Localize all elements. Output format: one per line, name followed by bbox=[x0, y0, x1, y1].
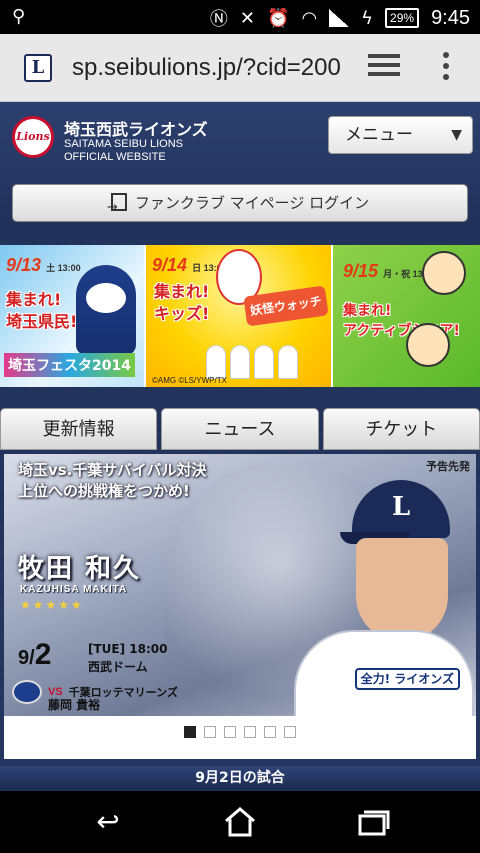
system-nav-bar: ↩ bbox=[0, 791, 480, 853]
banner-saitama-festa[interactable]: 9/13 土 13:00 集まれ! 埼玉県民! 埼玉フェスタ2014 bbox=[0, 245, 146, 387]
fanclub-login-button[interactable]: ファンクラブ マイページ ログイン bbox=[12, 184, 468, 226]
fan-face-icon bbox=[406, 323, 450, 367]
carousel-dots bbox=[184, 726, 296, 738]
player-name-en: KAZUHISA MAKITA bbox=[20, 584, 128, 595]
game-venue: 西武ドーム bbox=[88, 660, 148, 674]
tab-news[interactable]: ニュース bbox=[161, 408, 319, 450]
chevron-down-icon: ▼ bbox=[451, 127, 462, 143]
cap-logo: L bbox=[352, 480, 450, 538]
url-field[interactable]: sp.seibulions.jp/?cid=200 bbox=[72, 54, 340, 82]
player-photo: L 全力! ライオンズ bbox=[294, 480, 474, 716]
rating-stars: ★★★★★ bbox=[20, 598, 84, 612]
tab-tickets[interactable]: チケット bbox=[322, 408, 480, 450]
player-name: 牧田 和久 bbox=[18, 554, 142, 584]
home-icon[interactable] bbox=[220, 805, 260, 839]
player-face bbox=[356, 538, 448, 642]
mascot-image bbox=[76, 265, 136, 355]
banner-slogan: 集まれ! 埼玉県民! bbox=[6, 290, 78, 331]
recent-apps-icon[interactable] bbox=[352, 807, 392, 837]
nfc-icon: Ⓝ bbox=[209, 9, 228, 30]
opponent-pitcher: 藤岡 貴裕 bbox=[48, 698, 101, 712]
marines-logo bbox=[12, 680, 42, 704]
signal-icon bbox=[329, 9, 350, 27]
senior-face-icon bbox=[422, 251, 466, 295]
back-icon[interactable]: ↩ bbox=[88, 807, 128, 837]
login-label: ファンクラブ マイページ ログイン bbox=[134, 194, 370, 212]
content-tabs: 更新情報 ニュース チケット bbox=[0, 408, 480, 450]
browser-toolbar: L sp.seibulions.jp/?cid=200 bbox=[0, 34, 480, 102]
event-banners: 9/13 土 13:00 集まれ! 埼玉県民! 埼玉フェスタ2014 9/14 日… bbox=[0, 245, 480, 387]
overflow-menu-icon[interactable] bbox=[440, 52, 452, 84]
site-title-jp: 埼玉西武ライオンズ bbox=[64, 120, 208, 139]
banner-tag: 埼玉フェスタ2014 bbox=[4, 353, 135, 377]
game-date: 9/2 bbox=[18, 638, 52, 671]
featured-carousel: L 全力! ライオンズ 予告先発 埼玉vs.千葉サバイバル対決 上位への挑戦権を… bbox=[4, 454, 476, 759]
probable-starter-label: 予告先発 bbox=[426, 460, 470, 473]
carousel-dot[interactable] bbox=[284, 726, 296, 738]
menu-label: メニュー bbox=[345, 125, 413, 145]
site-favicon-icon: L bbox=[24, 54, 52, 82]
feature-slide[interactable]: L 全力! ライオンズ 予告先発 埼玉vs.千葉サバイバル対決 上位への挑戦権を… bbox=[4, 454, 476, 716]
wifi-icon: ◠ bbox=[301, 7, 318, 29]
battery-indicator: 29% bbox=[385, 8, 420, 28]
carousel-dot[interactable] bbox=[264, 726, 276, 738]
banner-senior[interactable]: 9/15 月・祝 13:00 集まれ! アクティブシニア! bbox=[333, 245, 480, 387]
tabs-icon[interactable] bbox=[368, 54, 400, 80]
status-bar: ⚲ Ⓝ ✕ ⏰ ◠ ϟ 29% 9:45 bbox=[0, 0, 480, 34]
game-section-header[interactable]: 9月2日の試合 bbox=[0, 766, 480, 790]
kids-image bbox=[206, 345, 298, 379]
tab-updates[interactable]: 更新情報 bbox=[0, 408, 158, 450]
lions-logo[interactable]: Lions bbox=[12, 116, 54, 158]
charging-icon: ϟ bbox=[361, 7, 374, 29]
menu-select[interactable]: メニュー ▼ bbox=[328, 116, 473, 154]
site-subtitle-en: OFFICIAL WEBSITE bbox=[64, 151, 166, 163]
banner-kids[interactable]: 9/14 日 13:00 集まれ! キッズ! 妖怪ウォッチ ©AMG ©LS/YW… bbox=[146, 245, 333, 387]
carousel-dot[interactable] bbox=[224, 726, 236, 738]
site-content: Lions 埼玉西武ライオンズ SAITAMA SEIBU LIONS OFFI… bbox=[0, 102, 480, 790]
vibrate-off-icon: ✕ bbox=[239, 7, 256, 29]
clock: 9:45 bbox=[431, 6, 470, 29]
banner-date: 9/13 土 13:00 bbox=[6, 255, 81, 275]
feature-headline: 埼玉vs.千葉サバイバル対決 上位への挑戦権をつかめ! bbox=[18, 461, 207, 500]
jersey-slogan: 全力! ライオンズ bbox=[354, 668, 460, 690]
login-icon bbox=[107, 190, 127, 226]
alarm-icon: ⏰ bbox=[267, 7, 290, 29]
game-time: [TUE] 18:00 bbox=[88, 642, 168, 656]
usb-icon: ⚲ bbox=[12, 6, 26, 27]
banner-credit: ©AMG ©LS/YWP/TX bbox=[152, 376, 227, 385]
site-title-en: SAITAMA SEIBU LIONS bbox=[64, 138, 183, 150]
banner-slogan: 集まれ! キッズ! bbox=[154, 282, 210, 323]
carousel-dot[interactable] bbox=[204, 726, 216, 738]
carousel-dot[interactable] bbox=[184, 726, 196, 738]
carousel-dot[interactable] bbox=[244, 726, 256, 738]
